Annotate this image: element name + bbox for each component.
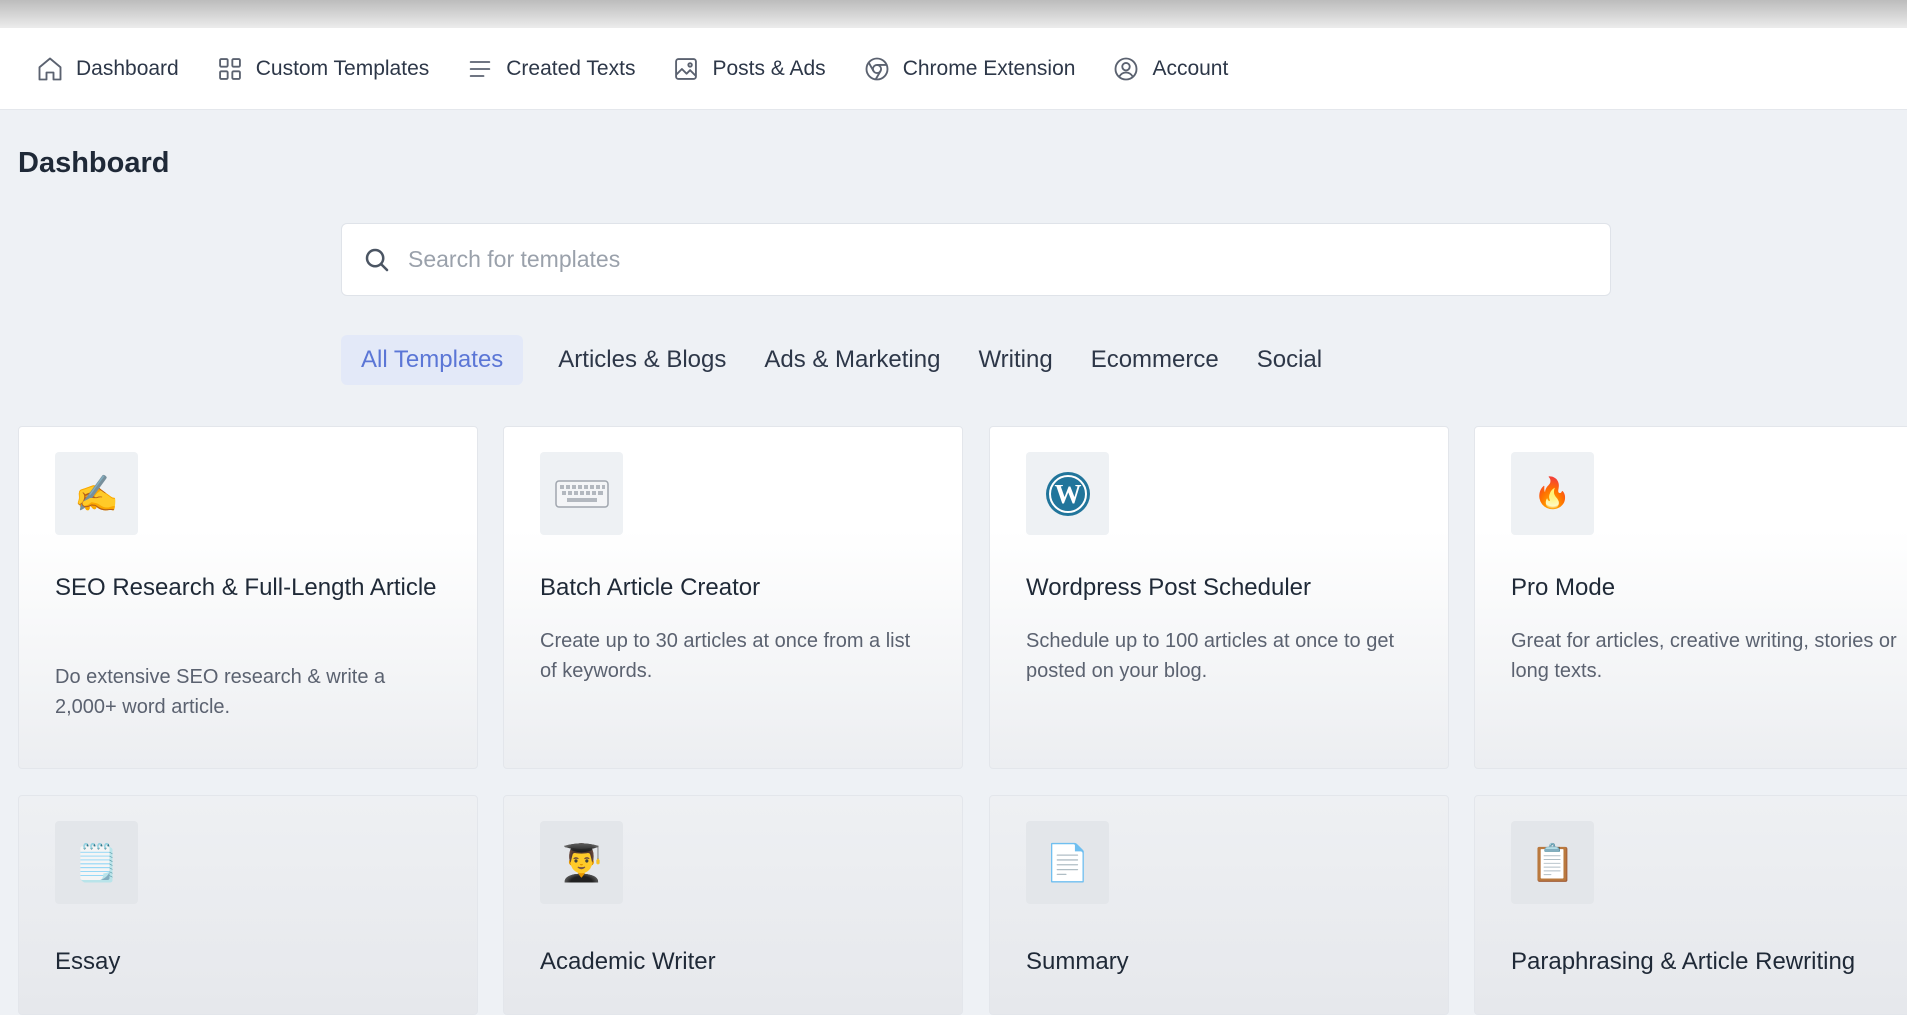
clipboard-icon: 📋 [1511, 821, 1594, 904]
page-title: Dashboard [18, 147, 170, 179]
template-card-seo-research[interactable]: ✍️ SEO Research & Full-Length Article Do… [18, 426, 478, 769]
document-icon: 📄 [1026, 821, 1109, 904]
card-title: Batch Article Creator [540, 574, 761, 601]
nav-label: Created Texts [506, 56, 636, 80]
nav-label: Chrome Extension [902, 56, 1076, 80]
chrome-icon [865, 57, 889, 80]
nav-label: Dashboard [76, 56, 179, 80]
template-card-wordpress-scheduler[interactable]: W Wordpress Post Scheduler Schedule up t… [989, 426, 1449, 769]
home-icon [38, 57, 62, 80]
card-title: Paraphrasing & Article Rewriting [1511, 948, 1856, 975]
card-title: Summary [1026, 948, 1129, 975]
card-title: Wordpress Post Scheduler [1026, 574, 1312, 601]
lines-icon [469, 60, 491, 77]
graduate-icon: 👨‍🎓 [540, 821, 623, 904]
nav-item-posts-ads[interactable]: Posts & Ads [672, 55, 826, 83]
filter-tab-writing[interactable]: Writing [958, 335, 1072, 385]
search-icon [365, 248, 389, 271]
nav-label: Posts & Ads [712, 56, 826, 80]
fire-icon: 🔥 [1511, 452, 1594, 535]
template-card-essay[interactable]: 🗒️ Essay [18, 795, 478, 1015]
template-card-academic-writer[interactable]: 👨‍🎓 Academic Writer [503, 795, 963, 1015]
writing-hand-icon: ✍️ [55, 452, 138, 535]
filter-tab-social[interactable]: Social [1237, 335, 1342, 385]
template-card-summary[interactable]: 📄 Summary [989, 795, 1449, 1015]
card-description: Great for articles, creative writing, st… [1511, 630, 1897, 682]
image-icon [675, 57, 698, 80]
template-card-paraphrasing[interactable]: 📋 Paraphrasing & Article Rewriting [1474, 795, 1907, 1015]
notepad-icon: 🗒️ [55, 821, 138, 904]
nav-item-chrome-extension[interactable]: Chrome Extension [863, 55, 1076, 83]
wordpress-glyph: W [1054, 479, 1081, 509]
card-title: Academic Writer [540, 948, 716, 975]
filter-tab-ads-marketing[interactable]: Ads & Marketing [744, 335, 960, 385]
card-title: SEO Research & Full-Length Article [55, 574, 437, 601]
nav-item-dashboard[interactable]: Dashboard [36, 55, 179, 83]
nav-label: Account [1152, 56, 1229, 80]
filter-tab-articles-blogs[interactable]: Articles & Blogs [538, 335, 746, 385]
card-title: Pro Mode [1511, 574, 1616, 601]
nav-item-created-texts[interactable]: Created Texts [466, 55, 635, 83]
card-description: Create up to 30 articles at once from a … [540, 630, 911, 682]
window-top-gradient [0, 0, 1907, 28]
filter-tab-all-templates[interactable]: All Templates [341, 335, 524, 385]
user-circle-icon [1115, 57, 1138, 80]
wordpress-icon: W [1026, 452, 1109, 535]
filter-tab-ecommerce[interactable]: Ecommerce [1071, 335, 1239, 385]
nav-item-custom-templates[interactable]: Custom Templates [216, 55, 430, 83]
category-filters: All Templates Articles & Blogs Ads & Mar… [341, 335, 1340, 385]
keyboard-icon [540, 452, 623, 535]
nav-item-account[interactable]: Account [1112, 55, 1228, 83]
template-card-batch-article[interactable]: Batch Article Creator Create up to 30 ar… [503, 426, 963, 769]
grid-icon [218, 57, 241, 80]
search-bar[interactable] [341, 223, 1611, 296]
top-navigation: Dashboard Custom Templates Created Texts… [0, 28, 1907, 110]
card-description: Do extensive SEO research & write a 2,00… [55, 666, 386, 718]
search-input[interactable] [406, 228, 1610, 291]
card-description: Schedule up to 100 articles at once to g… [1026, 630, 1395, 682]
card-title: Essay [55, 948, 121, 975]
nav-label: Custom Templates [255, 56, 430, 80]
template-card-pro-mode[interactable]: 🔥 Pro Mode Great for articles, creative … [1474, 426, 1907, 769]
